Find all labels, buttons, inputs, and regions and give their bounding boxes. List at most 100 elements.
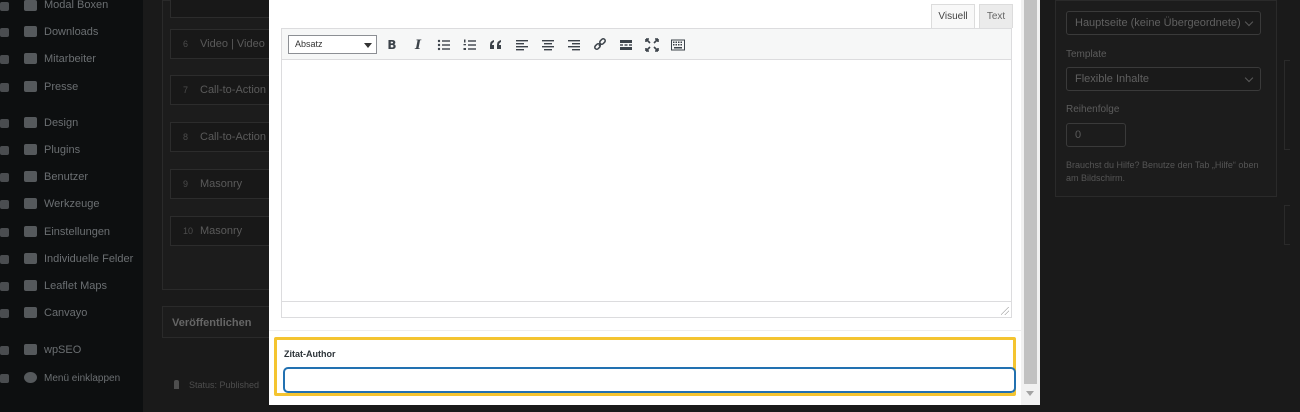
sidebar-item-label: wpSEO bbox=[44, 344, 82, 356]
sidebar-item-label: Presse bbox=[44, 81, 79, 93]
help-text: Brauchst du Hilfe? Benutze den Tab „Hilf… bbox=[1066, 160, 1259, 183]
order-label: Reihenfolge bbox=[1066, 104, 1120, 115]
sidebar-item-design[interactable]: Design bbox=[0, 112, 143, 134]
sidebar-item-benutzer[interactable]: Benutzer bbox=[0, 166, 143, 188]
sidebar-item-wpseo[interactable]: wpSEO bbox=[0, 339, 143, 361]
sidebar-item-label: Downloads bbox=[44, 26, 99, 38]
download-icon bbox=[24, 26, 37, 37]
edge-icon bbox=[0, 28, 9, 37]
sidebar-item-mitarbeiter[interactable]: Mitarbeiter bbox=[0, 48, 143, 70]
tab-visual[interactable]: Visuell bbox=[931, 4, 975, 29]
layout-row[interactable]: 6 Video | Video bbox=[170, 29, 280, 59]
map-icon bbox=[24, 280, 37, 291]
edge-icon bbox=[0, 2, 9, 11]
row-number: 8 bbox=[183, 132, 189, 142]
tab-text[interactable]: Text bbox=[979, 4, 1013, 28]
sidebar-item-canvayo[interactable]: Canvayo bbox=[0, 302, 143, 324]
modal-scrollbar[interactable] bbox=[1021, 0, 1040, 405]
layout-row[interactable]: 10 Masonry bbox=[170, 216, 280, 246]
layout-row[interactable] bbox=[170, 0, 280, 18]
divider bbox=[269, 330, 1021, 331]
read-more-icon[interactable] bbox=[616, 35, 636, 55]
sidebar-item-downloads[interactable]: Downloads bbox=[0, 21, 143, 43]
gear-icon bbox=[24, 307, 37, 318]
resize-handle-icon[interactable] bbox=[1001, 307, 1009, 315]
chevron-down-icon bbox=[1244, 73, 1254, 83]
toolbar-toggle-icon[interactable] bbox=[668, 35, 688, 55]
wrench-icon bbox=[24, 198, 37, 209]
bullet-list-icon[interactable] bbox=[434, 35, 454, 55]
users-icon bbox=[24, 53, 37, 64]
sidebar-item-label: Einstellungen bbox=[44, 226, 111, 238]
row-number: 6 bbox=[183, 39, 189, 49]
fullscreen-icon[interactable] bbox=[642, 35, 662, 55]
dropdown-arrow-icon bbox=[364, 43, 372, 48]
edge-icon bbox=[0, 200, 9, 209]
publish-status: Status: Published bbox=[174, 380, 259, 390]
row-number: 9 bbox=[183, 179, 189, 189]
sidebar-item-label: Modal Boxen bbox=[44, 0, 109, 11]
row-label: Video | Video bbox=[200, 38, 265, 50]
sidebar-item-label: Leaflet Maps bbox=[44, 280, 107, 292]
align-center-icon[interactable] bbox=[538, 35, 558, 55]
edge-icon bbox=[0, 228, 9, 237]
editor-toolbar: Absatz B I bbox=[281, 28, 1012, 60]
numbered-list-icon[interactable] bbox=[460, 35, 480, 55]
sidebar-item-einstellungen[interactable]: Einstellungen bbox=[0, 221, 143, 243]
fields-icon bbox=[24, 253, 37, 264]
sidebar-collapse-menu[interactable]: Menü einklappen bbox=[0, 367, 143, 389]
edge-icon bbox=[0, 374, 9, 383]
scroll-down-arrow-icon[interactable] bbox=[1026, 391, 1034, 396]
sidebar-item-werkzeuge[interactable]: Werkzeuge bbox=[0, 193, 143, 215]
order-input[interactable]: 0 bbox=[1066, 123, 1126, 147]
layout-row[interactable]: 8 Call-to-Action bbox=[170, 122, 280, 152]
format-select[interactable]: Absatz bbox=[288, 35, 377, 54]
blockquote-icon[interactable] bbox=[486, 35, 506, 55]
row-number: 10 bbox=[183, 226, 194, 236]
metabox-edge bbox=[1284, 205, 1290, 245]
zitat-author-label: Zitat-Author bbox=[284, 349, 336, 359]
template-select-value: Flexible Inhalte bbox=[1075, 73, 1149, 85]
template-select[interactable]: Flexible Inhalte bbox=[1066, 67, 1261, 91]
link-icon[interactable] bbox=[590, 35, 610, 55]
admin-sidebar: Modal Boxen Downloads Mitarbeiter Presse… bbox=[0, 0, 143, 412]
sidebar-item-label: Werkzeuge bbox=[44, 198, 100, 210]
publish-box-heading[interactable]: Veröffentlichen bbox=[162, 306, 272, 338]
edge-icon bbox=[0, 282, 9, 291]
plugin-icon bbox=[24, 144, 37, 155]
row-label: Masonry bbox=[200, 225, 243, 237]
editor-status-bar bbox=[281, 301, 1012, 318]
sidebar-item-individuelle-felder[interactable]: Individuelle Felder bbox=[0, 248, 143, 270]
collapse-icon bbox=[24, 372, 37, 383]
italic-icon[interactable]: I bbox=[408, 35, 428, 55]
sidebar-item-label: Benutzer bbox=[44, 171, 89, 183]
bold-icon[interactable]: B bbox=[382, 35, 402, 55]
align-right-icon[interactable] bbox=[564, 35, 584, 55]
sidebar-item-plugins[interactable]: Plugins bbox=[0, 139, 143, 161]
pin-icon bbox=[174, 380, 179, 389]
row-label: Call-to-Action bbox=[200, 84, 267, 96]
document-icon bbox=[24, 81, 37, 92]
sidebar-item-presse[interactable]: Presse bbox=[0, 76, 143, 98]
edge-icon bbox=[0, 309, 9, 318]
zitat-author-input[interactable] bbox=[284, 368, 1015, 392]
metabox-edge bbox=[1284, 60, 1290, 150]
edge-icon bbox=[0, 119, 9, 128]
edge-icon bbox=[0, 146, 9, 155]
settings-icon bbox=[24, 226, 37, 237]
scrollbar-thumb[interactable] bbox=[1024, 0, 1037, 384]
layout-row[interactable]: 7 Call-to-Action bbox=[170, 75, 280, 105]
user-icon bbox=[24, 171, 37, 182]
layout-row[interactable]: 9 Masonry bbox=[170, 169, 280, 199]
editor-content-area[interactable] bbox=[281, 60, 1012, 302]
row-number: 7 bbox=[183, 85, 189, 95]
sidebar-item-label: Canvayo bbox=[44, 307, 88, 319]
align-left-icon[interactable] bbox=[512, 35, 532, 55]
publish-status-text: Status: Published bbox=[189, 380, 260, 390]
sidebar-item-leaflet-maps[interactable]: Leaflet Maps bbox=[0, 275, 143, 297]
sidebar-item-modal-boxen[interactable]: Modal Boxen bbox=[0, 0, 143, 16]
chevron-down-icon bbox=[1244, 17, 1254, 27]
parent-select[interactable]: Hauptseite (keine Übergeordnete) bbox=[1066, 11, 1261, 35]
sidebar-item-label: Mitarbeiter bbox=[44, 53, 96, 65]
sidebar-item-label: Plugins bbox=[44, 144, 81, 156]
